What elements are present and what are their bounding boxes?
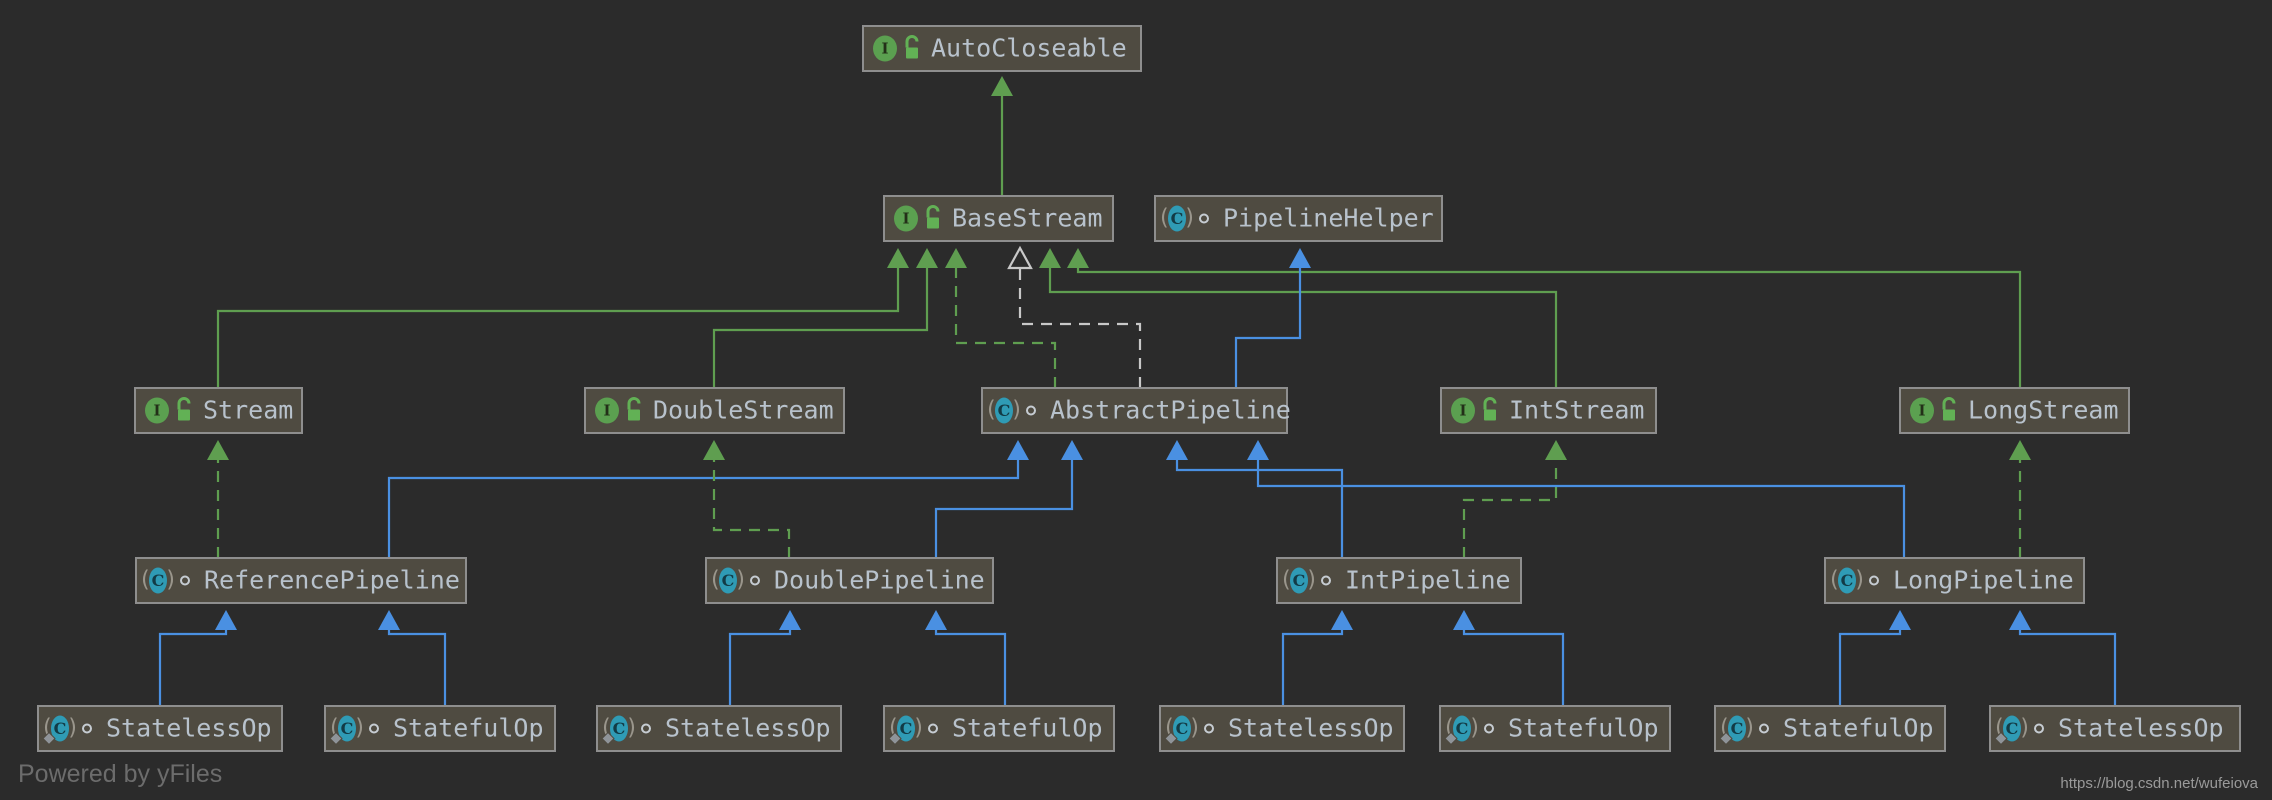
uml-node-IntPipeline[interactable]: ()C IntPipeline <box>1276 557 1522 604</box>
node-label: LongStream <box>1968 396 2119 425</box>
uml-node-AbstractPipeline[interactable]: ()C AbstractPipeline <box>981 387 1291 434</box>
uml-node-DblStatefulOp[interactable]: ()C StatefulOp <box>883 705 1115 752</box>
class-icon: ()C <box>138 567 178 594</box>
node-label: AutoCloseable <box>931 34 1127 63</box>
uml-node-RefStatelessOp[interactable]: ()C StatelessOp <box>37 705 283 752</box>
uml-node-LongStatelessOp[interactable]: ()C StatelessOp <box>1989 705 2241 752</box>
uml-node-IntStatelessOp[interactable]: ()C StatelessOp <box>1159 705 1405 752</box>
node-label: StatelessOp <box>1228 714 1394 743</box>
node-label: IntPipeline <box>1345 566 1511 595</box>
interface-icon: I <box>1910 397 1934 424</box>
uml-node-AutoCloseable[interactable]: I AutoCloseable <box>862 25 1142 72</box>
node-label: StatefulOp <box>952 714 1103 743</box>
class-icon: ()C <box>1157 205 1197 232</box>
uml-node-DoubleStream[interactable]: I DoubleStream <box>584 387 845 434</box>
source-url-watermark: https://blog.csdn.net/wufeiova <box>2060 775 2258 792</box>
node-label: StatefulOp <box>1508 714 1659 743</box>
yfiles-watermark: Powered by yFiles <box>18 760 222 788</box>
svg-text:C: C <box>1171 209 1184 228</box>
svg-text:C: C <box>152 571 165 590</box>
interface-icon: I <box>595 397 619 424</box>
interface-icon: I <box>873 35 897 62</box>
node-label: ReferencePipeline <box>204 566 460 595</box>
node-label: LongPipeline <box>1893 566 2074 595</box>
svg-text:C: C <box>722 571 735 590</box>
uml-node-DblStatelessOp[interactable]: ()C StatelessOp <box>596 705 842 752</box>
class-icon: ()C <box>708 567 748 594</box>
svg-text:C: C <box>900 719 913 738</box>
node-label: StatelessOp <box>665 714 831 743</box>
svg-text:I: I <box>603 402 610 420</box>
class-icon: ()C <box>984 397 1024 424</box>
node-label: StatelessOp <box>2058 714 2224 743</box>
uml-node-RefStatefulOp[interactable]: ()C StatefulOp <box>324 705 556 752</box>
svg-text:C: C <box>1731 719 1744 738</box>
svg-text:I: I <box>1918 402 1925 420</box>
diagram-canvas[interactable]: I AutoCloseable I BaseStream ()C PipelineHelp… <box>0 0 2272 800</box>
uml-node-IntStream[interactable]: I IntStream <box>1440 387 1657 434</box>
svg-text:I: I <box>1459 402 1466 420</box>
interface-icon: I <box>1451 397 1475 424</box>
svg-text:C: C <box>1841 571 1854 590</box>
uml-node-LongStream[interactable]: I LongStream <box>1899 387 2130 434</box>
svg-text:I: I <box>881 40 888 58</box>
uml-node-BaseStream[interactable]: I BaseStream <box>883 195 1114 242</box>
uml-node-LongStatefulOp[interactable]: ()C StatefulOp <box>1714 705 1946 752</box>
node-label: StatefulOp <box>393 714 544 743</box>
node-label: StatelessOp <box>106 714 272 743</box>
uml-node-Stream[interactable]: I Stream <box>134 387 303 434</box>
svg-text:C: C <box>1176 719 1189 738</box>
svg-text:C: C <box>998 401 1011 420</box>
node-label: PipelineHelper <box>1223 204 1434 233</box>
node-label: DoubleStream <box>653 396 834 425</box>
svg-text:I: I <box>153 402 160 420</box>
uml-node-DoublePipeline[interactable]: ()C DoublePipeline <box>705 557 994 604</box>
node-label: IntStream <box>1509 396 1644 425</box>
interface-icon: I <box>894 205 918 232</box>
node-label: Stream <box>203 396 293 425</box>
node-label: DoublePipeline <box>774 566 985 595</box>
uml-node-PipelineHelper[interactable]: ()C PipelineHelper <box>1154 195 1443 242</box>
node-label: BaseStream <box>952 204 1103 233</box>
svg-text:I: I <box>902 210 909 228</box>
uml-class-diagram: I AutoCloseable I BaseStream () C PipelineHelp… <box>0 0 2272 800</box>
uml-node-IntStatefulOp[interactable]: ()C StatefulOp <box>1439 705 1671 752</box>
interface-icon: I <box>145 397 169 424</box>
class-icon: ()C <box>1279 567 1319 594</box>
svg-text:C: C <box>341 719 354 738</box>
node-label: AbstractPipeline <box>1050 396 1291 425</box>
svg-text:C: C <box>2006 719 2019 738</box>
svg-text:C: C <box>1293 571 1306 590</box>
svg-text:C: C <box>54 719 67 738</box>
svg-text:C: C <box>613 719 626 738</box>
node-label: StatefulOp <box>1783 714 1934 743</box>
uml-node-ReferencePipeline[interactable]: ()C ReferencePipeline <box>135 557 467 604</box>
class-icon: ()C <box>1827 567 1867 594</box>
uml-node-LongPipeline[interactable]: ()C LongPipeline <box>1824 557 2085 604</box>
svg-text:C: C <box>1456 719 1469 738</box>
